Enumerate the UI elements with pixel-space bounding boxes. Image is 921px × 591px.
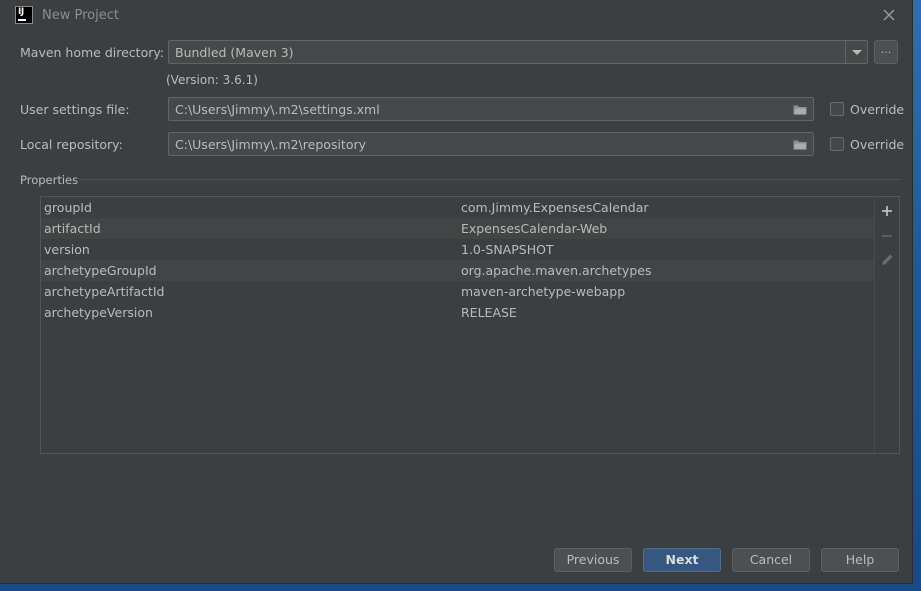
app-icon-bar xyxy=(18,19,26,21)
properties-toolbar xyxy=(874,197,899,453)
help-button[interactable]: Help xyxy=(821,548,899,572)
table-row[interactable]: groupId com.Jimmy.ExpensesCalendar xyxy=(41,197,875,218)
property-value: com.Jimmy.ExpensesCalendar xyxy=(461,200,649,215)
edit-pencil-icon[interactable] xyxy=(879,252,895,268)
cancel-button[interactable]: Cancel xyxy=(732,548,810,572)
property-value: RELEASE xyxy=(461,305,517,320)
properties-table[interactable]: groupId com.Jimmy.ExpensesCalendar artif… xyxy=(40,196,900,454)
property-key: archetypeGroupId xyxy=(44,263,157,278)
remove-icon[interactable] xyxy=(879,228,895,244)
local-repository-label: Local repository: xyxy=(20,137,123,152)
app-icon-text: IJ xyxy=(18,7,24,17)
property-key: artifactId xyxy=(44,221,101,236)
override-user-settings-label: Override xyxy=(850,102,905,117)
maven-home-select[interactable]: Bundled (Maven 3) xyxy=(168,40,868,64)
local-repository-field[interactable]: C:\Users\Jimmy\.m2\repository xyxy=(168,132,814,156)
local-repository-value: C:\Users\Jimmy\.m2\repository xyxy=(175,137,367,152)
table-row[interactable]: archetypeGroupId org.apache.maven.archet… xyxy=(41,260,875,281)
property-key: version xyxy=(44,242,90,257)
intellij-app-icon: IJ xyxy=(15,6,33,24)
folder-icon[interactable] xyxy=(793,139,807,150)
properties-rows: groupId com.Jimmy.ExpensesCalendar artif… xyxy=(41,197,875,323)
override-local-repository-label: Override xyxy=(850,137,905,152)
override-user-settings-checkbox[interactable] xyxy=(830,102,844,116)
maven-home-value: Bundled (Maven 3) xyxy=(175,45,294,60)
property-value: 1.0-SNAPSHOT xyxy=(461,242,554,257)
property-value: maven-archetype-webapp xyxy=(461,284,626,299)
close-icon[interactable] xyxy=(880,6,898,24)
window-title: New Project xyxy=(42,8,119,23)
maven-home-label: Maven home directory: xyxy=(20,45,165,60)
next-button[interactable]: Next xyxy=(643,548,721,572)
folder-icon[interactable] xyxy=(793,104,807,115)
previous-button[interactable]: Previous xyxy=(554,548,632,572)
property-value: ExpensesCalendar-Web xyxy=(461,221,608,236)
maven-home-browse-button[interactable]: ... xyxy=(874,40,898,64)
table-row[interactable]: archetypeArtifactId maven-archetype-weba… xyxy=(41,281,875,302)
user-settings-value: C:\Users\Jimmy\.m2\settings.xml xyxy=(175,102,380,117)
maven-version-text: (Version: 3.6.1) xyxy=(166,73,258,87)
table-row[interactable]: artifactId ExpensesCalendar-Web xyxy=(41,218,875,239)
properties-section-title: Properties xyxy=(20,173,79,187)
user-settings-label: User settings file: xyxy=(20,102,130,117)
add-icon[interactable] xyxy=(879,203,895,219)
user-settings-field[interactable]: C:\Users\Jimmy\.m2\settings.xml xyxy=(168,97,814,121)
title-bar: IJ New Project xyxy=(0,0,913,30)
table-row[interactable]: version 1.0-SNAPSHOT xyxy=(41,239,875,260)
property-key: archetypeArtifactId xyxy=(44,284,165,299)
new-project-dialog: IJ New Project Maven home directory: Bun… xyxy=(0,0,913,584)
property-key: groupId xyxy=(44,200,92,215)
property-key: archetypeVersion xyxy=(44,305,153,320)
property-value: org.apache.maven.archetypes xyxy=(461,263,652,278)
override-local-repository-checkbox[interactable] xyxy=(830,137,844,151)
properties-divider xyxy=(78,179,900,180)
table-row[interactable]: archetypeVersion RELEASE xyxy=(41,302,875,323)
chevron-down-icon[interactable] xyxy=(845,41,867,63)
